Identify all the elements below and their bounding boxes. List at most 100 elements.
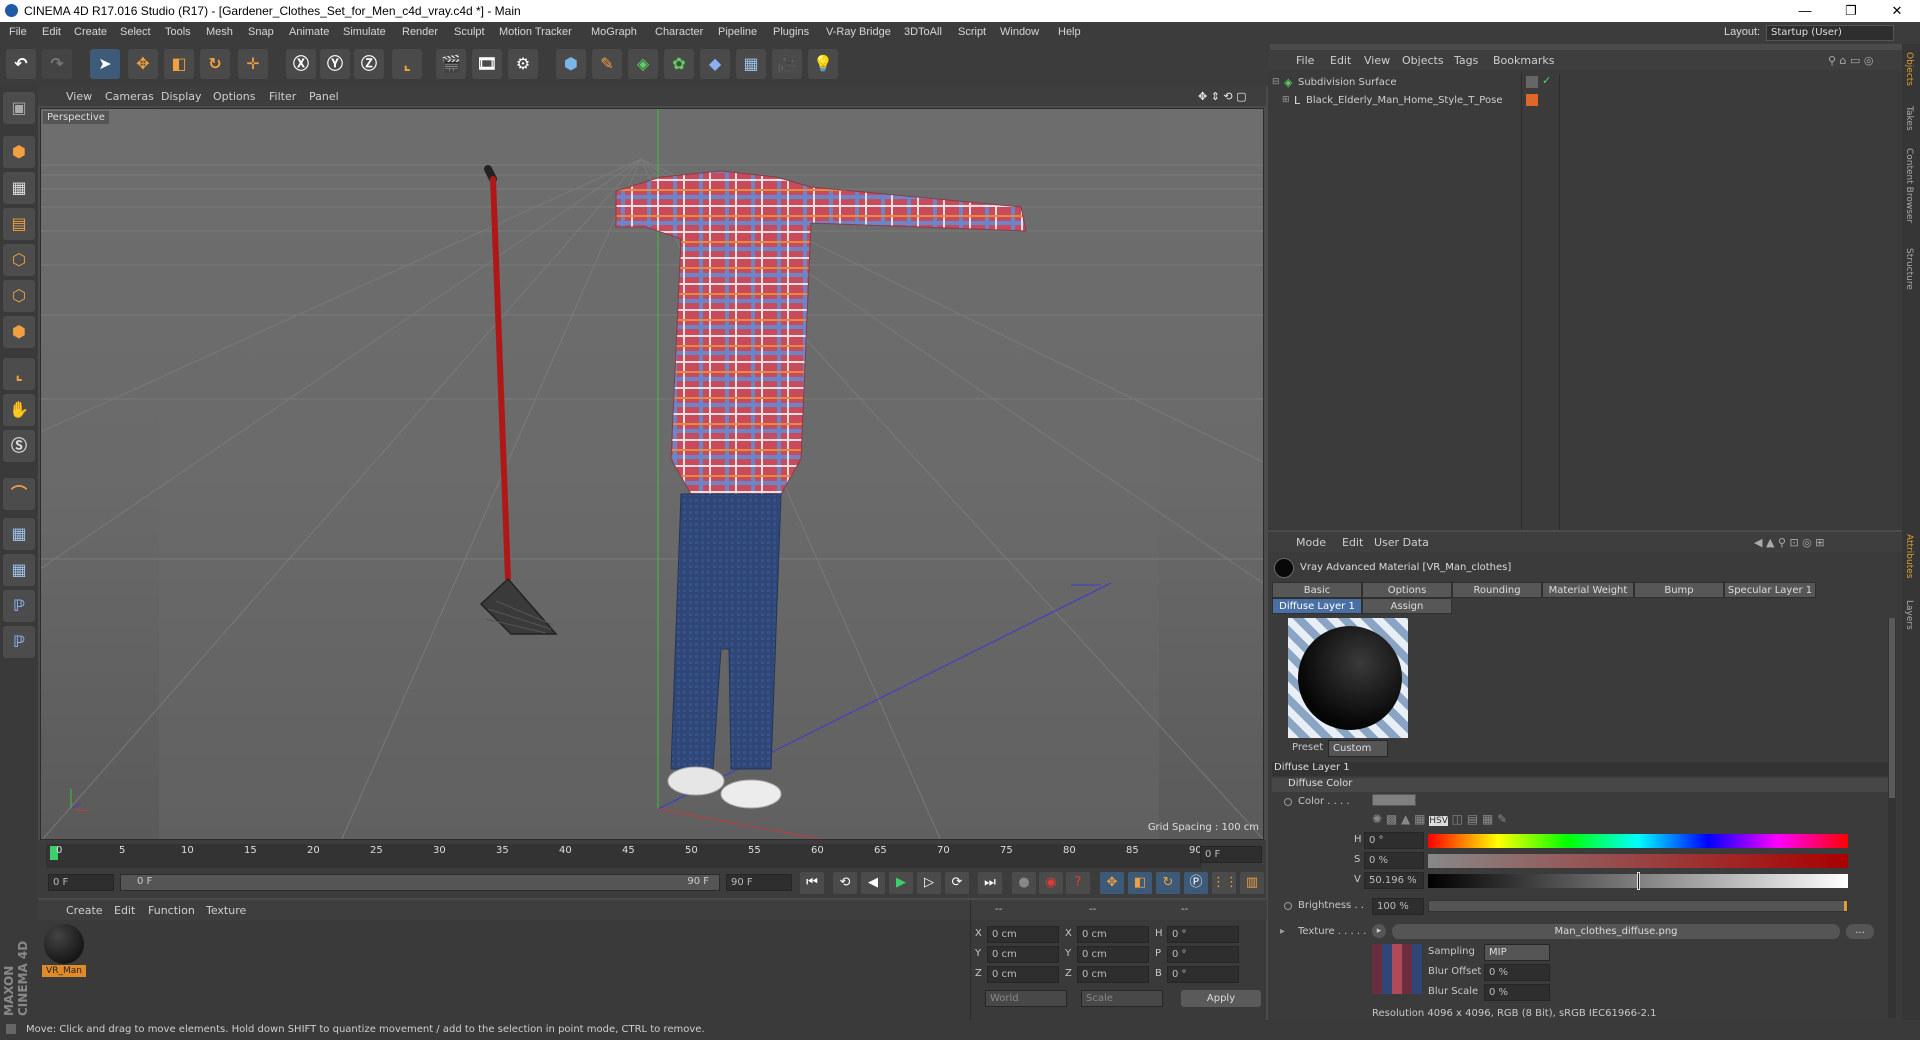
tab-bump[interactable]: Bump [1634, 582, 1724, 598]
axis-mode-icon[interactable]: ⌞ [3, 358, 35, 390]
go-to-start-button[interactable]: ⏮ [800, 872, 824, 894]
side-tab-objects[interactable]: Objects [1904, 52, 1914, 86]
key-scale-icon[interactable]: ◧ [1128, 872, 1152, 894]
camera-button[interactable]: 🎥 [772, 49, 802, 79]
menu-vray-bridge[interactable]: V-Ray Bridge [826, 26, 891, 38]
x-axis-button[interactable]: Ⓧ [286, 49, 316, 79]
menu-mograph[interactable]: MoGraph [591, 26, 637, 38]
timeline-ruler[interactable]: 0 5 10 15 20 25 30 35 40 45 50 55 60 65 … [46, 844, 1202, 868]
menu-window[interactable]: Window [1000, 26, 1039, 38]
color-picker-icons[interactable]: ✺ ▩ ▲ ▦ HSV ◫ ▤ ▦ ✎ [1372, 812, 1592, 830]
attr-menu-mode[interactable]: Mode [1296, 536, 1326, 549]
frame-range-slider[interactable]: 0 F 90 F [120, 874, 720, 891]
mat-menu-create[interactable]: Create [66, 904, 103, 917]
texture-mode-icon[interactable]: ▦ [3, 172, 35, 204]
menu-character[interactable]: Character [655, 26, 703, 38]
material-swatch-vr-man[interactable] [44, 924, 84, 964]
apply-button[interactable]: Apply [1181, 990, 1261, 1007]
start-frame-field[interactable]: 0 F [48, 874, 114, 891]
mat-menu-texture[interactable]: Texture [206, 904, 246, 917]
layer-icon[interactable] [1526, 76, 1538, 88]
coord-pos-x-field[interactable]: 0 cm [987, 926, 1059, 943]
keyframe-selection-icon[interactable]: ? [1066, 872, 1090, 894]
color-swatch[interactable] [1372, 794, 1416, 806]
tab-options[interactable]: Options [1362, 582, 1452, 598]
color-anim-dot-icon[interactable] [1284, 798, 1292, 806]
mat-menu-edit[interactable]: Edit [114, 904, 135, 917]
render-picture-viewer-button[interactable]: 🎞 [472, 49, 502, 79]
vp-menu-panel[interactable]: Panel [309, 90, 339, 103]
menu-3dtoall[interactable]: 3DToAll [904, 26, 942, 38]
close-button[interactable]: ✕ [1874, 0, 1920, 22]
menu-script[interactable]: Script [958, 26, 986, 38]
material-preview[interactable] [1288, 618, 1408, 738]
make-editable-icon[interactable]: ▣ [3, 92, 35, 124]
play-button[interactable]: ▶ [889, 872, 913, 894]
tab-material-weight[interactable]: Material Weight [1542, 582, 1634, 598]
h-field[interactable]: 0 ° [1364, 832, 1424, 849]
next-frame-button[interactable]: ▷ [917, 872, 941, 894]
render-view-button[interactable]: 🎬 [436, 49, 466, 79]
value-slider[interactable] [1428, 872, 1848, 890]
mat-menu-function[interactable]: Function [148, 904, 195, 917]
value-slider-knob[interactable] [1636, 872, 1640, 890]
menu-animate[interactable]: Animate [289, 26, 329, 38]
vp-menu-view[interactable]: View [66, 90, 92, 103]
brightness-field[interactable]: 100 % [1372, 898, 1424, 915]
coord-size-y-field[interactable]: 0 cm [1077, 946, 1149, 963]
tweak-mode-icon[interactable]: ✋ [3, 394, 35, 426]
menu-mesh[interactable]: Mesh [206, 26, 233, 38]
coord-pos-z-field[interactable]: 0 cm [987, 966, 1059, 983]
end-frame-field[interactable]: 90 F [726, 874, 792, 891]
object-row-man[interactable]: ⊞ L Black_Elderly_Man_Home_Style_T_Pose [1282, 94, 1522, 110]
menu-plugins[interactable]: Plugins [773, 26, 809, 38]
texture-file-button[interactable]: Man_clothes_diffuse.png [1392, 924, 1840, 939]
vp-menu-filter[interactable]: Filter [269, 90, 296, 103]
menu-file[interactable]: File [9, 26, 27, 38]
polygons-mode-icon[interactable]: ⬢ [3, 316, 35, 348]
obj-search-icon[interactable]: ⚲ ⌂ ▭ ◎ [1828, 54, 1874, 67]
obj-menu-objects[interactable]: Objects [1402, 54, 1444, 67]
coord-mode-dropdown[interactable]: Scale [1081, 990, 1163, 1007]
v-field[interactable]: 50.196 % [1364, 872, 1424, 889]
workplane-icon[interactable]: ▦ [3, 518, 35, 550]
layout-dropdown[interactable]: Startup (User) [1766, 25, 1894, 41]
undo-button[interactable]: ↶ [6, 49, 36, 79]
obj-menu-edit[interactable]: Edit [1330, 54, 1351, 67]
previous-frame-button[interactable]: ◀ [861, 872, 885, 894]
workplane-mode-icon[interactable]: ▤ [3, 208, 35, 240]
attr-menu-user-data[interactable]: User Data [1374, 536, 1429, 549]
points-mode-icon[interactable]: ⬡ [3, 244, 35, 276]
saturation-slider[interactable] [1428, 854, 1848, 868]
menu-select[interactable]: Select [120, 26, 151, 38]
blur-scale-field[interactable]: 0 % [1484, 984, 1550, 1001]
python-script-icon[interactable]: ℙ [3, 626, 35, 658]
obj-menu-file[interactable]: File [1296, 54, 1314, 67]
side-tab-attributes[interactable]: Attributes [1904, 534, 1914, 578]
perspective-viewport[interactable]: Perspective Grid Spacing: 100 cm [40, 108, 1264, 840]
key-position-icon[interactable]: ✥ [1100, 872, 1124, 894]
locked-workplane-icon[interactable]: ▦ [3, 554, 35, 586]
deformer-button[interactable]: ◆ [700, 49, 730, 79]
menu-edit[interactable]: Edit [42, 26, 61, 38]
side-tab-structure[interactable]: Structure [1904, 248, 1914, 290]
tab-rounding[interactable]: Rounding [1452, 582, 1542, 598]
y-axis-button[interactable]: Ⓨ [320, 49, 350, 79]
menu-pipeline[interactable]: Pipeline [718, 26, 757, 38]
key-parameter-icon[interactable]: Ⓟ [1184, 872, 1208, 894]
go-to-end-button[interactable]: ⏭ [978, 872, 1002, 894]
auto-key-icon[interactable]: ◉ [1039, 872, 1063, 894]
transform-tool-button[interactable]: ✛ [238, 49, 268, 79]
hue-slider[interactable] [1428, 834, 1848, 848]
z-axis-button[interactable]: Ⓩ [354, 49, 384, 79]
scale-tool-button[interactable]: ◧ [164, 49, 194, 79]
coord-rot-b-field[interactable]: 0 ° [1167, 966, 1239, 983]
side-tab-takes[interactable]: Takes [1904, 106, 1914, 131]
menu-create[interactable]: Create [74, 26, 107, 38]
timeline-window-icon[interactable]: ▥ [1240, 872, 1264, 894]
tab-basic[interactable]: Basic [1272, 582, 1362, 598]
coord-size-x-field[interactable]: 0 cm [1077, 926, 1149, 943]
coordinate-system-button[interactable]: ⌞ [392, 49, 422, 79]
render-settings-button[interactable]: ⚙ [508, 49, 538, 79]
magnet-icon[interactable]: ⌒ [3, 478, 35, 510]
